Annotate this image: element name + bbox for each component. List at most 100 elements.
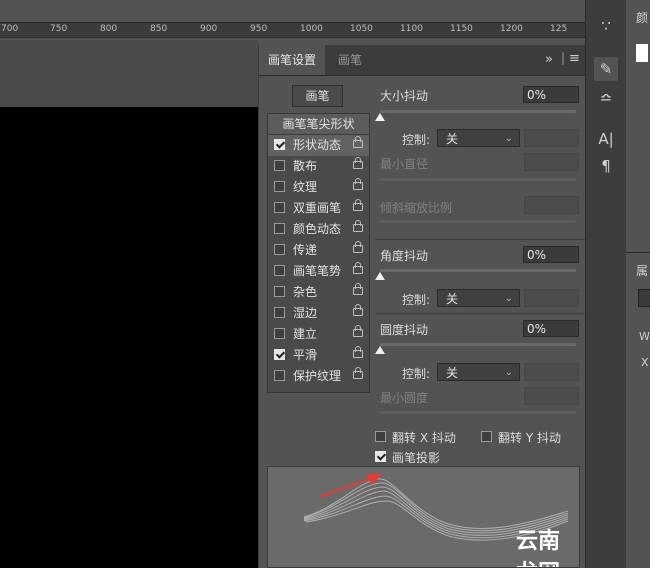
checkbox[interactable] bbox=[274, 265, 285, 276]
checkbox[interactable] bbox=[274, 181, 285, 192]
flip-x-checkbox[interactable] bbox=[375, 431, 386, 442]
control-label: 控制: bbox=[402, 133, 431, 147]
checkbox[interactable] bbox=[274, 370, 285, 381]
roundness-jitter-field[interactable]: 0% bbox=[523, 320, 579, 337]
roundness-jitter-slider[interactable] bbox=[380, 343, 576, 346]
character-icon[interactable]: A| bbox=[594, 127, 618, 151]
item-label: 形状动态 bbox=[293, 138, 342, 152]
control-aux-field bbox=[524, 129, 579, 147]
item-label: 保护纹理 bbox=[293, 369, 342, 383]
control-aux-field bbox=[524, 289, 579, 307]
checkbox[interactable] bbox=[274, 202, 285, 213]
brush-presets-button[interactable]: 画笔 bbox=[292, 85, 343, 107]
list-item[interactable]: 湿边 bbox=[268, 303, 369, 324]
flip-y-checkbox[interactable] bbox=[481, 431, 492, 442]
x-label: X bbox=[641, 356, 649, 369]
document-canvas[interactable] bbox=[0, 107, 258, 568]
divider bbox=[626, 252, 650, 253]
control-select[interactable]: 关 ⌄ bbox=[437, 363, 520, 381]
lock-icon[interactable] bbox=[353, 367, 363, 379]
item-label: 传递 bbox=[293, 243, 318, 257]
list-header-brush-tip-shape[interactable]: 画笔笔尖形状 bbox=[268, 114, 369, 135]
checkbox[interactable] bbox=[274, 349, 285, 360]
lock-icon[interactable] bbox=[353, 136, 363, 148]
control-select[interactable]: 关 ⌄ bbox=[437, 289, 520, 307]
brush-projection-checkbox[interactable] bbox=[375, 451, 386, 462]
angle-jitter-slider[interactable] bbox=[380, 269, 576, 272]
canvas-background bbox=[0, 40, 258, 107]
item-label: 散布 bbox=[293, 159, 318, 173]
checkbox[interactable] bbox=[274, 160, 285, 171]
lock-icon[interactable] bbox=[353, 304, 363, 316]
list-item[interactable]: 双重画笔 bbox=[268, 198, 369, 219]
right-dock: ∵ ✎ ≏ A| ¶ bbox=[585, 0, 627, 568]
slider-thumb[interactable] bbox=[375, 346, 385, 354]
paragraph-icon[interactable]: ¶ bbox=[594, 154, 618, 178]
brush-options-list: 画笔笔尖形状 形状动态 散布 纹理 双重画笔 颜色动态 传递 画笔笔势 杂色 湿… bbox=[267, 113, 370, 393]
checkbox[interactable] bbox=[274, 223, 285, 234]
slider-thumb[interactable] bbox=[375, 272, 385, 280]
min-roundness-slider bbox=[380, 411, 576, 414]
double-chevron-icon[interactable]: » bbox=[545, 52, 553, 67]
list-item[interactable]: 颜色动态 bbox=[268, 219, 369, 240]
slider-thumb[interactable] bbox=[375, 113, 385, 121]
chevron-down-icon: ⌄ bbox=[504, 293, 513, 304]
min-diameter-slider bbox=[380, 178, 576, 181]
checkbox[interactable] bbox=[274, 286, 285, 297]
ruler-tick: 800 bbox=[100, 24, 118, 34]
checkbox[interactable] bbox=[274, 244, 285, 255]
list-item[interactable]: 形状动态 bbox=[268, 135, 369, 156]
lock-icon[interactable] bbox=[353, 220, 363, 232]
list-item[interactable]: 画笔笔势 bbox=[268, 261, 369, 282]
panel-menu-icon[interactable]: ≡ bbox=[569, 51, 580, 66]
separator: | bbox=[561, 51, 566, 65]
item-label: 颜色动态 bbox=[293, 222, 342, 236]
lock-icon[interactable] bbox=[353, 178, 363, 190]
lock-icon[interactable] bbox=[353, 199, 363, 211]
properties-icon[interactable] bbox=[638, 289, 650, 307]
chevron-down-icon: ⌄ bbox=[504, 367, 513, 378]
size-jitter-slider[interactable] bbox=[380, 110, 576, 113]
list-item[interactable]: 杂色 bbox=[268, 282, 369, 303]
tab-brush-settings[interactable]: 画笔设置 bbox=[259, 45, 326, 75]
angle-jitter-field[interactable]: 0% bbox=[523, 246, 579, 263]
list-item[interactable]: 平滑 bbox=[268, 345, 369, 366]
tab-brushes[interactable]: 画笔 bbox=[329, 45, 371, 75]
lock-icon[interactable] bbox=[353, 325, 363, 337]
select-value: 关 bbox=[446, 366, 459, 380]
flip-x-label: 翻转 X 抖动 bbox=[392, 431, 456, 445]
chevron-down-icon: ⌄ bbox=[504, 133, 513, 144]
color-swatch[interactable] bbox=[636, 44, 648, 62]
checkbox[interactable] bbox=[274, 307, 285, 318]
divider bbox=[375, 239, 585, 240]
list-item[interactable]: 散布 bbox=[268, 156, 369, 177]
lock-icon[interactable] bbox=[353, 346, 363, 358]
brush-preset-icon[interactable]: ∵ bbox=[594, 14, 618, 38]
list-item[interactable]: 传递 bbox=[268, 240, 369, 261]
item-label: 平滑 bbox=[293, 348, 318, 362]
list-item[interactable]: 建立 bbox=[268, 324, 369, 345]
control-select[interactable]: 关 ⌄ bbox=[437, 129, 520, 147]
ruler-tick: 1100 bbox=[400, 24, 423, 34]
list-item[interactable]: 保护纹理 bbox=[268, 366, 369, 387]
roundness-jitter-label: 圆度抖动 bbox=[380, 323, 429, 337]
tilt-scale-field bbox=[524, 196, 579, 214]
checkbox[interactable] bbox=[274, 328, 285, 339]
width-label: W bbox=[639, 330, 650, 343]
list-item[interactable]: 纹理 bbox=[268, 177, 369, 198]
control-label: 控制: bbox=[402, 367, 431, 381]
ruler-tick: 1150 bbox=[450, 24, 473, 34]
lock-icon[interactable] bbox=[353, 157, 363, 169]
lock-icon[interactable] bbox=[353, 262, 363, 274]
brush-settings-icon[interactable]: ✎ bbox=[594, 57, 618, 81]
item-label: 湿边 bbox=[293, 306, 318, 320]
tool-settings-icon[interactable]: ≏ bbox=[594, 86, 618, 110]
checkbox[interactable] bbox=[274, 139, 285, 150]
size-jitter-field[interactable]: 0% bbox=[523, 86, 579, 103]
lock-icon[interactable] bbox=[353, 241, 363, 253]
brush-stroke-preview: 云南龙网 bbox=[267, 466, 580, 568]
item-label: 纹理 bbox=[293, 180, 318, 194]
ruler-tick: 850 bbox=[150, 24, 168, 34]
brush-settings-panel: 画笔设置 画笔 » | ≡ 画笔 画笔笔尖形状 形状动态 散布 纹理 双重画笔 … bbox=[258, 45, 586, 568]
lock-icon[interactable] bbox=[353, 283, 363, 295]
